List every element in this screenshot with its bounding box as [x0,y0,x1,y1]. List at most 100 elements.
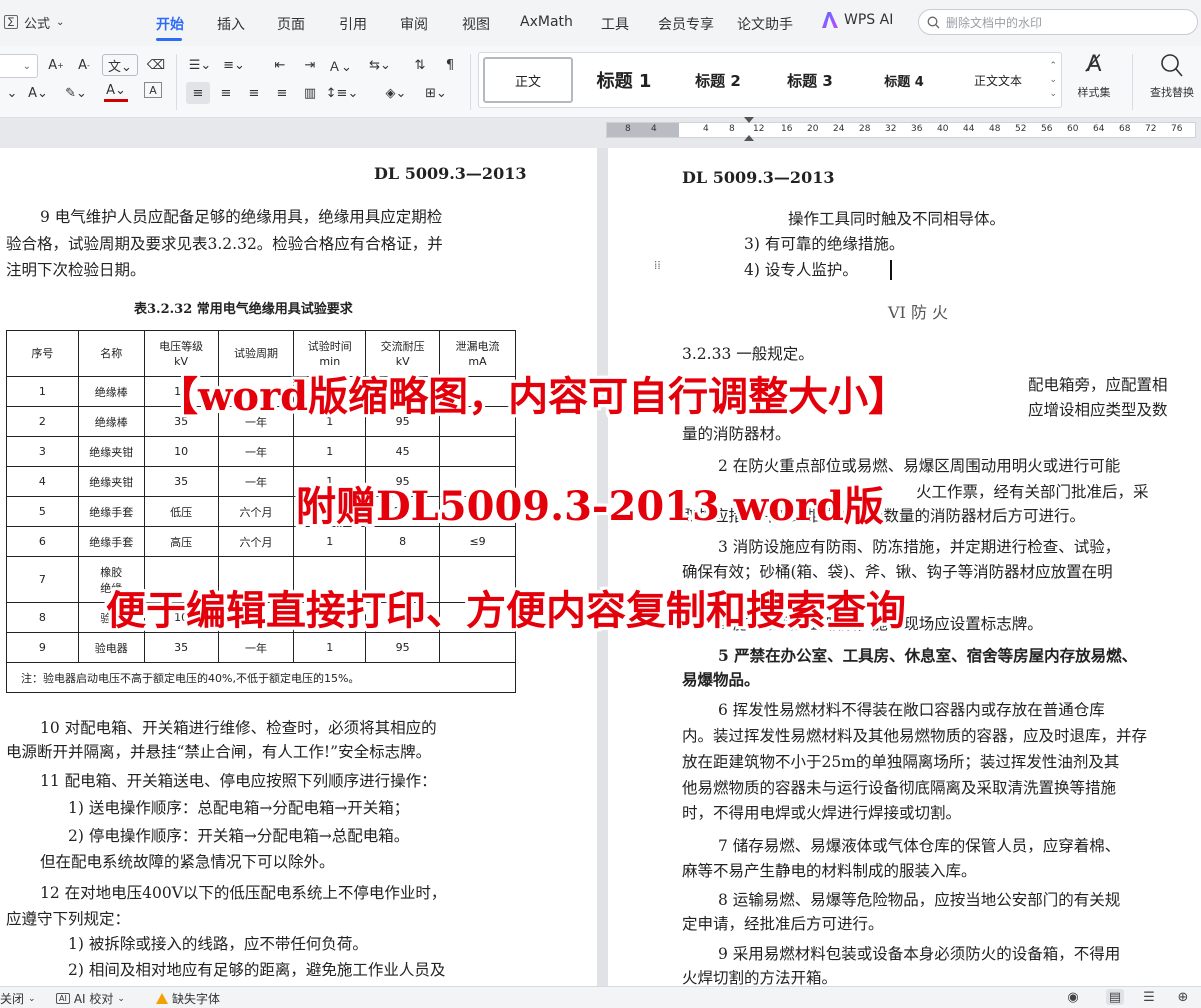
style-heading-2[interactable]: 标题 2 [673,57,763,103]
increase-indent-icon[interactable]: ⇥ [298,54,322,76]
align-left-icon[interactable]: ≡ [186,82,210,104]
table-cell [439,436,516,467]
table-cell: 1 [293,436,367,467]
font-size-select[interactable]: ⌄ [0,54,38,78]
wps-ai-logo-icon [822,12,838,28]
paragraph-line: 3.2.33 一般规定。 [682,345,814,363]
ruler-number: 56 [1041,124,1053,134]
tab-page[interactable]: 页面 [277,14,305,34]
tab-insert[interactable]: 插入 [217,14,245,34]
paragraph-line: 验合格，试验周期及要求见表3.2.32。检验合格应有合格证，并 [6,235,443,253]
tab-review[interactable]: 审阅 [400,14,428,34]
chevron-down-icon[interactable]: ⌄ [0,82,24,104]
section-title: VI 防 火 [888,303,949,322]
paragraph-line: 1) 送电操作顺序：总配电箱→分配电箱→开关箱； [68,799,410,817]
style-body-text[interactable]: 正文文本 [953,57,1043,103]
outline-view-icon[interactable]: ☰ [1140,989,1158,1005]
missing-font-button[interactable]: 缺失字体 [156,990,220,1007]
paragraph-line: 3) 有可靠的绝缘措施。 [744,235,905,253]
tab-home[interactable]: 开始 [156,14,184,34]
paragraph-line: 应遵守下列规定： [6,910,131,928]
phonetic-guide-icon[interactable]: 文⌄ [102,54,138,76]
table-cell: 一年 [217,466,295,497]
style-normal[interactable]: 正文 [483,57,573,103]
horizontal-ruler[interactable]: 8 4 4 8 12 16 20 24 28 32 36 40 44 48 52… [606,117,1196,141]
tab-member[interactable]: 会员专享 [658,14,714,34]
font-color-icon[interactable]: A⌄ [104,82,128,102]
find-replace-button[interactable]: 查找替换 [1142,52,1201,112]
warning-icon [156,993,168,1004]
table-cell: 6 [6,526,79,557]
borders-icon[interactable]: ⊞⌄ [424,82,448,104]
wps-ai-button[interactable]: WPS AI [822,12,893,28]
bullet-list-icon[interactable]: ☰⌄ [188,54,212,76]
shading-icon[interactable]: ◈⌄ [384,82,408,104]
table-cell: 45 [365,436,441,467]
tab-axmath[interactable]: AxMath [520,14,573,30]
page-right[interactable]: DL 5009.3—2013 操作工具同时触及不同相导体。 3) 有可靠的绝缘措… [608,148,1201,987]
decrease-indent-icon[interactable]: ⇤ [268,54,292,76]
paragraph-line: 应增设相应类型及数 [1028,401,1168,419]
style-set-button[interactable]: A̸ 样式集 [1064,52,1124,112]
text-effect-icon[interactable]: A⌄ [26,82,50,104]
chinese-layout-icon[interactable]: Ａ⌄ [328,54,352,76]
web-view-icon[interactable]: ⊕ [1174,989,1192,1005]
ruler-margin [607,123,679,137]
page-view-icon[interactable]: ▤ [1106,989,1124,1005]
paragraph-line: 内。装过挥发性易燃材料及其他易燃物质的容器，应及时退库，并存 [682,727,1148,745]
numbered-list-icon[interactable]: ≡⌄ [222,54,246,76]
justify-icon[interactable]: ≡ [270,82,294,104]
left-indent-marker[interactable] [744,135,754,141]
tab-references[interactable]: 引用 [339,14,367,34]
style-heading-3[interactable]: 标题 3 [765,57,855,103]
table-body: 1 绝缘棒 10 2 绝缘棒 35 一年 1 95 3 绝缘夹钳 10 一年 1 45 4 绝缘夹钳 35 一年 1 9… [6,376,516,693]
paragraph-line: 操作工具同时触及不同相导体。 [788,210,1006,228]
show-marks-icon[interactable]: ¶ [438,54,462,76]
text-direction-icon[interactable]: ⇆⌄ [368,54,392,76]
paragraph-line: 放在距建筑物不小于25m的单独隔离场所；装过挥发性油剂及其 [682,753,1120,771]
formula-dropdown[interactable]: ∑ 公式 ⌄ [0,8,80,36]
style-heading-4[interactable]: 标题 4 [859,57,949,103]
paragraph-line: 8 运输易燃、易爆等危险物品，应按当地公安部门的有关规 [718,891,1121,909]
text-cursor [890,260,892,280]
missing-font-label: 缺失字体 [172,992,221,1006]
paragraph-line: 4) 设专人监护。 [744,261,858,279]
style-heading-1[interactable]: 标题 1 [579,57,669,103]
table-cell: 绝缘棒 [77,376,145,407]
char-border-icon[interactable]: A [144,82,162,98]
align-right-icon[interactable]: ≡ [242,82,266,104]
page-header: DL 5009.3—2013 [374,164,527,183]
line-spacing-icon[interactable]: ↕≡⌄ [326,82,359,104]
ribbon-separator [470,54,471,110]
table-cell: 8 [6,602,79,633]
page-left[interactable]: DL 5009.3—2013 9 电气维护人员应配备足够的绝缘用具，绝缘用具应定… [0,148,597,986]
paragraph-line: 2 在防火重点部位或易燃、易爆区周围动用明火或进行可能 [718,457,1121,475]
ruler-number: 8 [729,124,735,134]
align-center-icon[interactable]: ≡ [214,82,238,104]
table-cell: 验电器 [77,632,145,663]
table-title: 表3.2.32 常用电气绝缘用具试验要求 [134,302,353,317]
tab-tools[interactable]: 工具 [601,14,629,34]
gallery-scroll-icon[interactable]: ⌃ ⌄ ⌄ [1049,59,1057,101]
search-icon [1161,54,1183,77]
distributed-align-icon[interactable]: ▥ [298,82,322,104]
paragraph-line: 麻等不易产生静电的材料制成的服装入库。 [682,862,977,880]
shrink-font-icon[interactable]: A- [72,54,96,76]
first-line-indent-marker[interactable] [744,117,754,123]
paragraph-line: 时，不得用电焊或火焊进行焊接或切割。 [682,804,962,822]
sort-icon[interactable]: ⇅ [408,54,432,76]
reading-mode-icon[interactable]: ◉ [1064,989,1082,1005]
overlay-banner-1: 【word版缩略图，内容可自行调整大小】 [158,373,909,420]
grow-font-icon[interactable]: A + [44,54,68,76]
clear-format-icon[interactable]: ⌫ [144,54,168,76]
table-header-cell: 序号 [6,330,79,377]
drag-handle-icon[interactable]: ⁞⁞ [654,259,664,276]
search-input[interactable]: 删除文档中的水印 [918,9,1198,35]
highlight-icon[interactable]: ✎⌄ [64,82,88,104]
ruler-number: 40 [937,124,949,134]
close-status-button[interactable]: 关闭 ⌄ [0,990,36,1007]
tab-thesis-assistant[interactable]: 论文助手 [737,14,793,34]
ai-check-label: AI 校对 [73,992,114,1006]
tab-view[interactable]: 视图 [462,14,490,34]
ai-check-button[interactable]: AI AI 校对 ⌄ [56,990,125,1007]
